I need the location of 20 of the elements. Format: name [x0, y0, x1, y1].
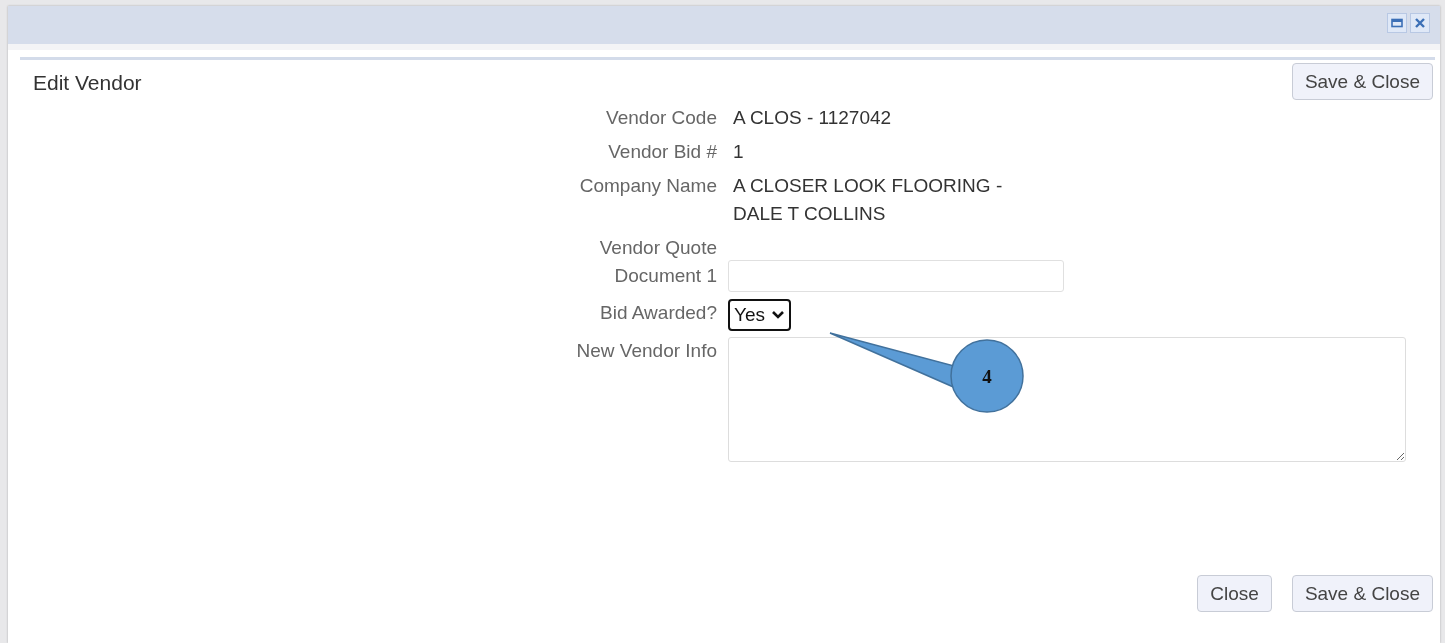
field-label: Vendor Quote Document 1 — [598, 236, 717, 288]
field-label: Vendor Code — [605, 106, 717, 130]
close-icon[interactable] — [1410, 13, 1430, 33]
text-area[interactable] — [728, 337, 1406, 462]
dialog-title: Edit Vendor — [33, 71, 142, 95]
footer-button[interactable]: Close — [1197, 575, 1272, 612]
footer-button[interactable]: Save & Close — [1291, 575, 1433, 612]
field-label: New Vendor Info — [575, 339, 717, 363]
input-field[interactable] — [728, 260, 1064, 292]
dropdown[interactable]: Yes — [728, 299, 791, 331]
maximize-icon[interactable] — [1387, 13, 1407, 33]
field-label: Vendor Bid # — [607, 140, 717, 164]
field-value: A CLOS - 1127042 — [733, 106, 892, 130]
field-value: A CLOSER LOOK FLOORING - DALE T COLLINS — [733, 174, 1003, 226]
field-label: Bid Awarded? — [599, 301, 717, 325]
callout-number: 4 — [982, 366, 992, 387]
field-label: Company Name — [578, 174, 717, 198]
save-close-button[interactable]: Save & Close — [1291, 63, 1433, 100]
chevron-down-icon — [771, 310, 785, 320]
field-value: 1 — [733, 140, 744, 164]
